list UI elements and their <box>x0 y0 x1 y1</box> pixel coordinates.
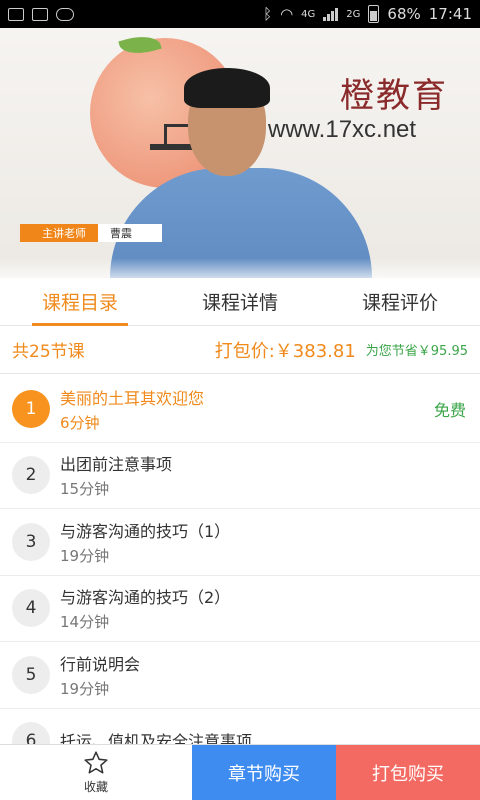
lesson-list[interactable]: 1 美丽的土耳其欢迎您 6分钟 免费 2 出团前注意事项 15分钟 3 与游客沟… <box>0 376 480 744</box>
tab-course-details[interactable]: 课程详情 <box>160 278 320 325</box>
lesson-duration: 15分钟 <box>60 480 110 499</box>
lesson-item[interactable]: 2 出团前注意事项 15分钟 <box>0 443 480 509</box>
lesson-number: 5 <box>12 655 50 694</box>
network-type-2: 2G <box>346 8 361 20</box>
lesson-number: 2 <box>12 456 50 495</box>
teacher-name: 曹震 <box>98 224 162 242</box>
tab-course-reviews[interactable]: 课程评价 <box>320 278 480 325</box>
teacher-hair <box>184 68 270 108</box>
lesson-duration: 19分钟 <box>60 546 110 565</box>
favorite-button[interactable]: 收藏 <box>0 745 192 800</box>
lesson-title: 行前说明会 <box>60 654 141 674</box>
free-badge: 免费 <box>433 400 466 420</box>
lesson-duration: 19分钟 <box>60 679 110 698</box>
lesson-number: 3 <box>12 522 50 561</box>
brand-text: 橙教育 <box>340 76 448 116</box>
lesson-item[interactable]: 6 托运、值机及安全注意事项 <box>0 709 480 744</box>
lesson-title: 与游客沟通的技巧（2） <box>60 588 231 608</box>
package-price: 打包价:￥383.81 <box>214 340 356 362</box>
lesson-title: 美丽的土耳其欢迎您 <box>60 388 205 408</box>
teacher-tag: 主讲老师 <box>20 224 98 242</box>
battery-icon <box>368 5 380 23</box>
lesson-title: 托运、值机及安全注意事项 <box>60 731 253 744</box>
favorite-label: 收藏 <box>83 780 108 794</box>
course-summary: 共25节课 打包价:￥383.81 为您节省￥95.95 <box>0 326 480 374</box>
wifi-icon: ◠ <box>280 5 294 23</box>
gallery-icon <box>32 7 48 21</box>
lesson-duration: 6分钟 <box>60 413 100 432</box>
savings-text: 为您节省￥95.95 <box>365 344 468 359</box>
video-bottom-fade <box>0 258 480 278</box>
package-buy-button[interactable]: 打包购买 <box>336 745 480 800</box>
clock: 17:41 <box>428 5 472 23</box>
lesson-title: 出团前注意事项 <box>60 455 173 475</box>
tab-course-catalog[interactable]: 课程目录 <box>0 278 160 326</box>
lesson-item[interactable]: 4 与游客沟通的技巧（2） 14分钟 <box>0 576 480 642</box>
lesson-item[interactable]: 1 美丽的土耳其欢迎您 6分钟 免费 <box>0 376 480 443</box>
chapter-buy-button[interactable]: 章节购买 <box>192 745 336 800</box>
bluetooth-icon: ᛒ <box>263 5 273 23</box>
course-tabs: 课程目录 课程详情 课程评价 <box>0 278 480 326</box>
brand-url: www.17xc.net <box>268 116 417 143</box>
status-bar: ᛒ ◠ 4G 2G 68% 17:41 <box>0 0 480 28</box>
lesson-item[interactable]: 3 与游客沟通的技巧（1） 19分钟 <box>0 509 480 576</box>
lesson-number: 6 <box>12 722 50 744</box>
lesson-number: 1 <box>12 389 50 428</box>
network-type: 4G <box>301 8 316 20</box>
lesson-title: 与游客沟通的技巧（1） <box>60 521 231 541</box>
wechat-icon <box>56 7 74 21</box>
teacher-nameplate: 主讲老师 曹震 <box>20 224 162 242</box>
bottom-action-bar: 收藏 章节购买 打包购买 <box>0 744 480 800</box>
lesson-duration: 14分钟 <box>60 613 110 632</box>
lesson-number: 4 <box>12 589 50 628</box>
course-video-player[interactable]: 橙教育 www.17xc.net 主讲老师 曹震 <box>0 28 480 278</box>
lesson-count: 共25节课 <box>12 342 85 362</box>
lesson-item[interactable]: 5 行前说明会 19分钟 <box>0 642 480 709</box>
image-icon <box>8 7 24 21</box>
signal-icon <box>323 7 339 21</box>
star-icon <box>84 751 108 774</box>
battery-level: 68% <box>387 5 421 23</box>
